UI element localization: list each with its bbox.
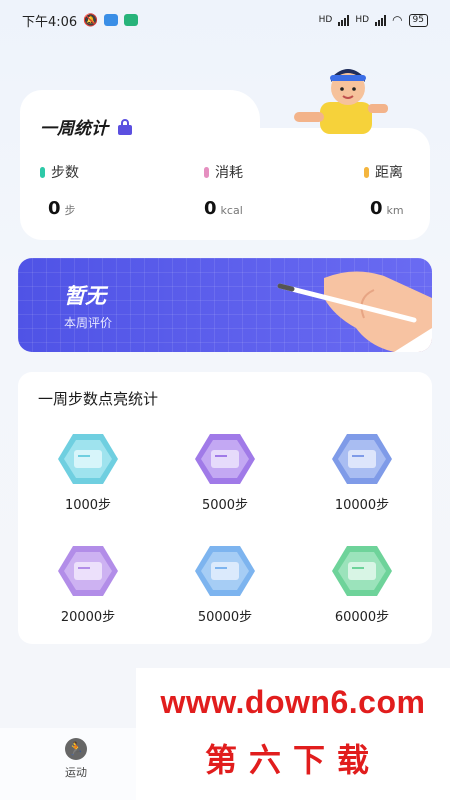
stat-steps: 步数 0步 [40, 162, 79, 219]
badge-label: 60000步 [334, 610, 390, 625]
badge-item[interactable]: 20000步 [28, 544, 148, 625]
hand-pen-illustration [277, 271, 432, 352]
status-bar: 下午4:06 🔕 HD HD ◠ 95 [0, 0, 450, 40]
stat-calories-value: 0 [204, 198, 217, 219]
badge-label: 50000步 [197, 610, 253, 625]
notification-app-icon [124, 14, 139, 26]
weekly-stats-title: 一周统计 [40, 114, 132, 139]
badge-label: 20000步 [60, 610, 116, 625]
bell-off-icon: 🔕 [83, 13, 99, 27]
watermark-url: www.down6.com [160, 684, 426, 720]
stat-steps-label: 步数 [51, 165, 79, 181]
hexagon-badge-icon [195, 434, 255, 484]
hexagon-badge-icon [332, 546, 392, 596]
weekly-evaluation-banner[interactable]: 暂无 本周评价 [18, 258, 432, 352]
watermark: www.down6.com 第六下载 [136, 668, 450, 800]
badge-item[interactable]: 1000步 [28, 432, 148, 513]
steps-indicator-dot [40, 166, 45, 178]
stat-steps-value: 0 [48, 198, 61, 219]
stat-distance-unit: km [386, 204, 404, 217]
badge-item[interactable]: 10000步 [302, 432, 422, 513]
network-hd-label: HD [318, 15, 333, 25]
badge-item[interactable]: 5000步 [165, 432, 285, 513]
badge-item[interactable]: 60000步 [302, 544, 422, 625]
hexagon-badge-icon [332, 434, 392, 484]
step-badges-card: 一周步数点亮统计 1000步 5000步 10000步 20000步 50000… [18, 372, 432, 644]
nav-item-exercise[interactable]: 🏃 运动 [54, 738, 98, 780]
badge-label: 1000步 [64, 498, 112, 513]
hexagon-badge-icon [58, 546, 118, 596]
network-hd-label-2: HD [355, 15, 370, 25]
stat-calories: 消耗 0 kcal [204, 162, 243, 219]
stat-calories-label: 消耗 [215, 165, 243, 181]
stat-distance-value: 0 [370, 198, 383, 219]
stat-distance: 距离 0 km [364, 162, 404, 219]
nav-item-label: 运动 [65, 766, 87, 779]
evaluation-subtitle: 本周评价 [64, 316, 113, 330]
stat-distance-label: 距离 [375, 165, 403, 181]
badge-item[interactable]: 50000步 [165, 544, 285, 625]
stat-calories-unit: kcal [220, 204, 243, 217]
hexagon-badge-icon [195, 546, 255, 596]
wifi-icon: ◠ [392, 13, 403, 27]
lock-icon[interactable] [118, 118, 132, 135]
status-time: 下午4:06 [22, 14, 78, 30]
badge-label: 10000步 [334, 498, 390, 513]
weekly-stats-title-text: 一周统计 [40, 119, 108, 139]
distance-indicator-dot [364, 166, 369, 178]
evaluation-title: 暂无 [64, 284, 106, 308]
notification-upload-icon [104, 14, 119, 26]
calories-indicator-dot [204, 166, 209, 178]
hexagon-badge-icon [58, 434, 118, 484]
badge-label: 5000步 [201, 498, 249, 513]
running-icon: 🏃 [65, 738, 87, 760]
watermark-name: 第六下载 [204, 741, 381, 779]
battery-indicator: 95 [408, 13, 428, 27]
character-illustration [294, 69, 388, 134]
step-badges-title: 一周步数点亮统计 [38, 390, 159, 408]
signal-icon-2 [375, 14, 387, 26]
signal-icon [338, 14, 350, 26]
stat-steps-unit: 步 [64, 204, 76, 217]
